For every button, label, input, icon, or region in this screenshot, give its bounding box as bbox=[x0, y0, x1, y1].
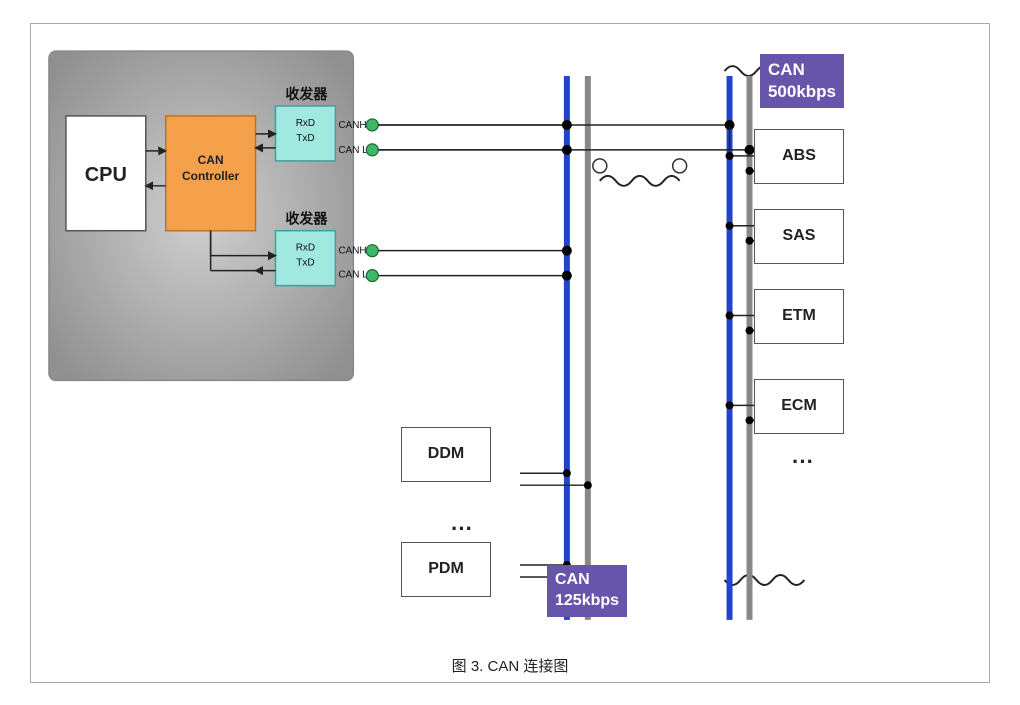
svg-text:TxD: TxD bbox=[296, 257, 314, 268]
svg-text:CAN: CAN bbox=[198, 152, 224, 166]
svg-text:TxD: TxD bbox=[296, 132, 314, 143]
can-500kbps-badge: CAN500kbps bbox=[760, 54, 844, 108]
svg-text:CANH: CANH bbox=[338, 245, 366, 256]
svg-text:CANH: CANH bbox=[338, 119, 366, 130]
diagram-caption: 图 3. CAN 连接图 bbox=[452, 647, 569, 682]
diagram-area: CPU CAN Controller RxD TxD bbox=[31, 24, 989, 647]
svg-text:RxD: RxD bbox=[296, 117, 315, 128]
diagram-svg: CPU CAN Controller RxD TxD bbox=[31, 24, 989, 647]
svg-text:CPU: CPU bbox=[85, 163, 127, 185]
svg-text:CAN L: CAN L bbox=[338, 144, 368, 155]
svg-text:CAN L: CAN L bbox=[338, 269, 368, 280]
can-125kbps-badge: CAN125kbps bbox=[547, 565, 627, 617]
svg-text:收发器: 收发器 bbox=[285, 85, 328, 101]
sas-device: SAS bbox=[754, 209, 844, 264]
ddm-device: DDM bbox=[401, 427, 491, 482]
bottom-ellipsis: ··· bbox=[451, 516, 473, 542]
etm-device: ETM bbox=[754, 289, 844, 344]
svg-text:RxD: RxD bbox=[296, 242, 315, 253]
svg-text:收发器: 收发器 bbox=[285, 210, 328, 226]
outer-frame: CPU CAN Controller RxD TxD bbox=[30, 23, 990, 683]
pdm-device: PDM bbox=[401, 542, 491, 597]
svg-text:Controller: Controller bbox=[182, 168, 240, 182]
right-ellipsis: ··· bbox=[792, 449, 814, 475]
ecm-device: ECM bbox=[754, 379, 844, 434]
abs-device: ABS bbox=[754, 129, 844, 184]
